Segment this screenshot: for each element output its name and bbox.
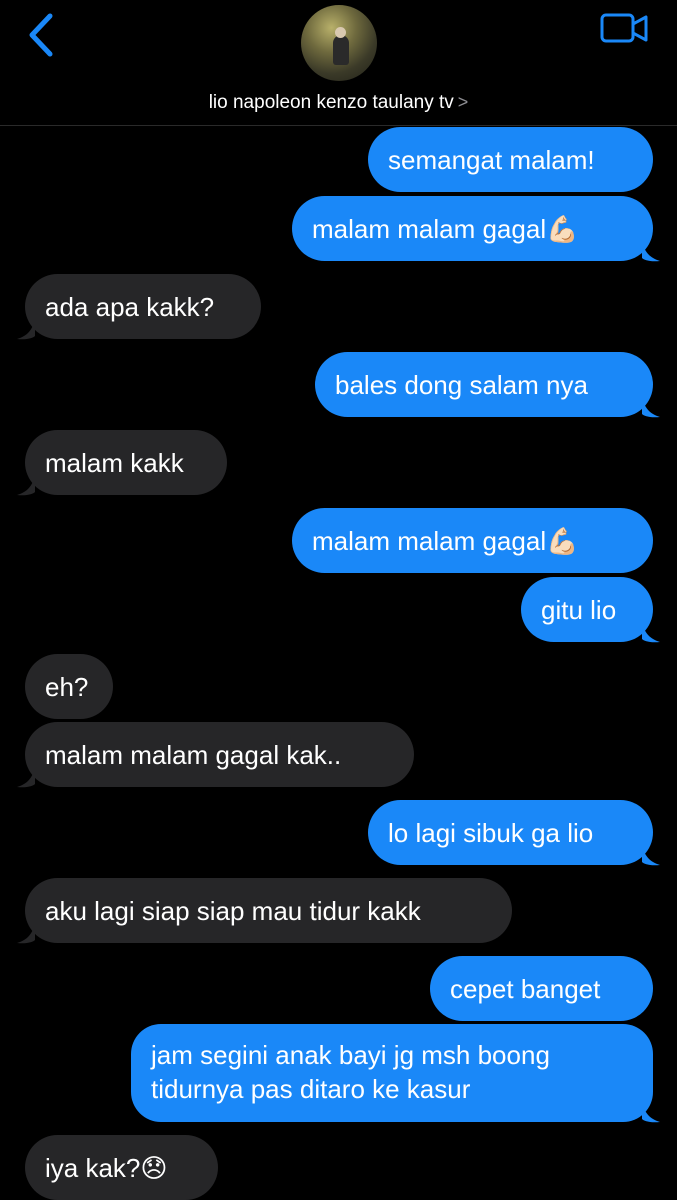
bubble-tail <box>17 318 35 340</box>
message-text: aku lagi siap siap mau tidur kakk <box>45 895 421 926</box>
chevron-right-icon: > <box>457 92 469 112</box>
sent-message[interactable]: cepet banget <box>430 956 653 1021</box>
video-call-button[interactable] <box>600 12 650 46</box>
sent-message[interactable]: gitu lio <box>521 577 653 642</box>
sent-message[interactable]: jam segini anak bayi jg msh boong tidurn… <box>131 1024 653 1122</box>
received-message[interactable]: aku lagi siap siap mau tidur kakk <box>25 878 512 943</box>
received-message[interactable]: ada apa kakk? <box>25 274 261 339</box>
sent-message[interactable]: bales dong salam nya <box>315 352 653 417</box>
avatar-figure <box>333 35 349 65</box>
received-message[interactable]: malam malam gagal kak.. <box>25 722 414 787</box>
bubble-tail <box>642 621 660 643</box>
bubble-tail <box>642 240 660 262</box>
message-text: gitu lio <box>541 594 617 625</box>
message-text: malam malam gagal💪🏻 <box>312 525 579 556</box>
received-message[interactable]: malam kakk <box>25 430 227 495</box>
message-text: malam malam gagal kak.. <box>45 739 342 770</box>
bubble-tail <box>642 844 660 866</box>
sent-message[interactable]: lo lagi sibuk ga lio <box>368 800 653 865</box>
bubble-tail <box>642 1101 660 1123</box>
message-text: ada apa kakk? <box>45 291 215 322</box>
sent-message[interactable]: malam malam gagal💪🏻 <box>292 508 653 573</box>
contact-name: lio napoleon kenzo taulany tv <box>208 92 454 113</box>
message-text: eh? <box>45 671 89 702</box>
video-camera-icon <box>600 13 648 43</box>
chevron-left-icon <box>29 13 53 57</box>
message-text: malam kakk <box>45 447 184 478</box>
message-text: malam malam gagal💪🏻 <box>312 213 579 244</box>
message-text: jam segini anak bayi jg msh boong tidurn… <box>151 1040 550 1104</box>
message-text: cepet banget <box>450 973 601 1004</box>
message-text: lo lagi sibuk ga lio <box>388 817 594 848</box>
message-text: semangat malam! <box>388 144 595 175</box>
contact-name-button[interactable]: lio napoleon kenzo taulany tv > <box>0 92 677 114</box>
back-button[interactable] <box>24 10 64 60</box>
received-message[interactable]: iya kak?😞 <box>25 1135 218 1200</box>
received-message[interactable]: eh? <box>25 654 113 719</box>
bubble-tail <box>17 922 35 944</box>
message-text: bales dong salam nya <box>335 369 588 400</box>
sent-message[interactable]: semangat malam! <box>368 127 653 192</box>
bubble-tail <box>17 474 35 496</box>
sent-message[interactable]: malam malam gagal💪🏻 <box>292 196 653 261</box>
conversation-header: lio napoleon kenzo taulany tv > <box>0 0 677 126</box>
bubble-tail <box>642 396 660 418</box>
message-text: iya kak?😞 <box>45 1152 168 1183</box>
contact-avatar[interactable] <box>301 5 377 81</box>
bubble-tail <box>17 766 35 788</box>
avatar-figure-head <box>335 27 346 38</box>
